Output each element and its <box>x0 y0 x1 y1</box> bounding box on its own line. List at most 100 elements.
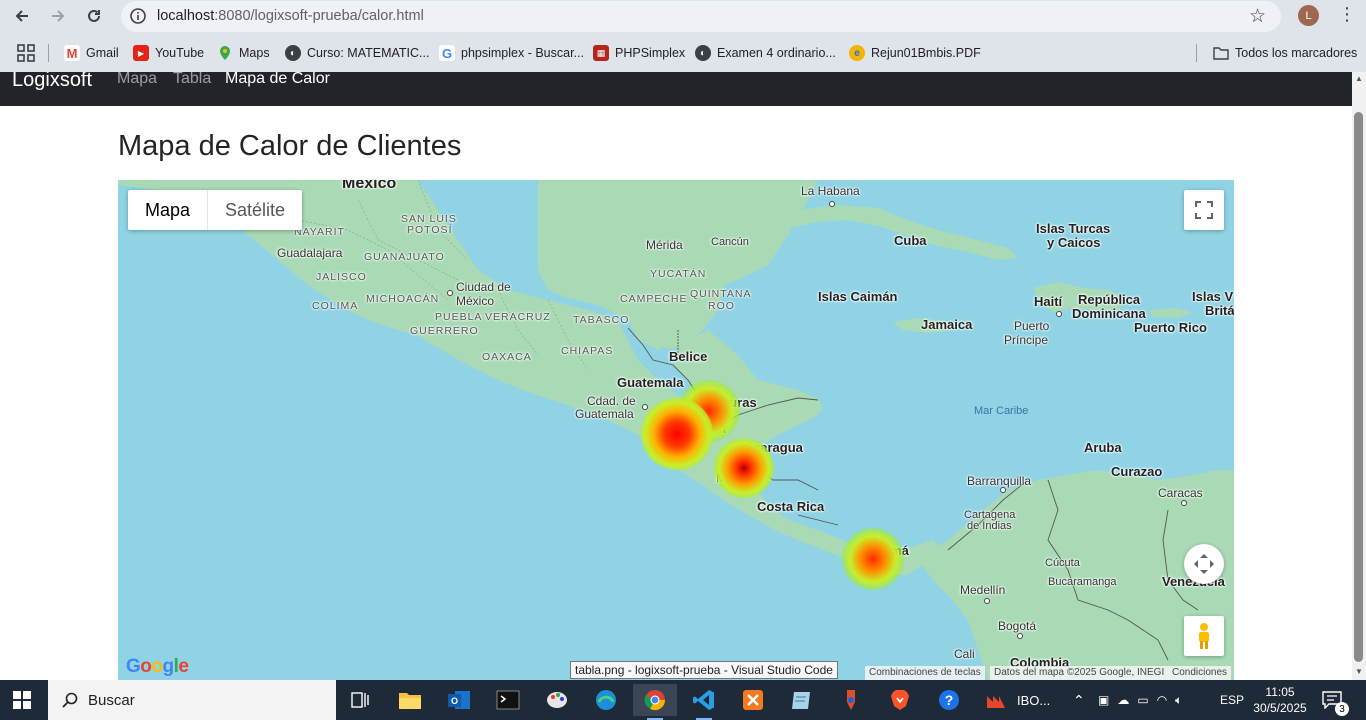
map-label: Panamá <box>859 543 909 558</box>
fullscreen-button[interactable] <box>1184 190 1224 230</box>
camera-control-button[interactable] <box>1184 544 1224 584</box>
bookmarks-separator <box>1196 44 1197 62</box>
tray-ibo-app[interactable]: IBO... <box>985 680 1050 720</box>
city-marker <box>984 598 990 604</box>
nav-link-mapa-de-calor[interactable]: Mapa de Calor <box>225 72 330 88</box>
map-label: Islas V <box>1192 289 1234 304</box>
taskbar-outlook[interactable]: O <box>437 684 481 716</box>
chrome-icon <box>644 690 666 711</box>
xampp-icon <box>743 690 763 710</box>
map-label: Honduras <box>696 395 757 410</box>
site-info-icon[interactable] <box>129 7 147 25</box>
windows-start-icon[interactable] <box>13 691 31 709</box>
map-label: TABASCO <box>573 314 630 326</box>
site-brand[interactable]: Logixsoft <box>12 72 92 92</box>
wifi-icon[interactable]: ◠ <box>1157 693 1167 707</box>
scrollbar-thumb[interactable] <box>1354 112 1363 662</box>
scroll-up-arrow-icon[interactable]: ▲ <box>1354 74 1364 84</box>
map-type-mapa-button[interactable]: Mapa <box>128 190 209 230</box>
bookmark-maps[interactable]: Maps <box>217 43 270 63</box>
pan-arrows-icon <box>1194 554 1214 574</box>
bookmark-phpsimplex[interactable]: ▦ PHPSimplex <box>593 43 685 63</box>
url-text[interactable]: localhost:8080/logixsoft-prueba/calor.ht… <box>157 8 424 24</box>
more-menu-icon[interactable]: ⋮ <box>1338 4 1356 25</box>
bookmark-curso[interactable]: ◐ Curso: MATEMATIC... <box>285 43 429 63</box>
back-button[interactable] <box>9 4 35 28</box>
taskbar-clock[interactable]: 11:05 30/5/2025 <box>1252 684 1308 716</box>
tray-icons: ▣ ☁ ▭ ◠ 🔈︎ <box>1098 680 1182 720</box>
apps-grid-icon[interactable] <box>17 44 35 62</box>
bookmark-label: PHPSimplex <box>615 46 686 60</box>
bookmark-label: Curso: MATEMATIC... <box>307 46 430 60</box>
map-label: Islas Caimán <box>818 289 898 304</box>
nav-link-mapa[interactable]: Mapa <box>117 72 157 88</box>
profile-avatar[interactable]: L <box>1298 5 1319 26</box>
nav-link-tabla[interactable]: Tabla <box>173 72 211 88</box>
all-bookmarks[interactable]: Todos los marcadores <box>1213 43 1357 63</box>
taskbar-xampp[interactable] <box>731 684 775 716</box>
map-label: Belice <box>669 349 708 364</box>
city-marker <box>1056 311 1062 317</box>
bookmark-youtube[interactable]: ▶ YouTube <box>133 43 204 63</box>
taskbar-terminal[interactable] <box>486 684 530 716</box>
taskbar-app-pen[interactable] <box>829 684 873 716</box>
forward-button[interactable] <box>45 4 71 28</box>
google-icon: G <box>439 45 455 61</box>
map-label: JALISCO <box>316 271 367 283</box>
map-label: CAMPECHE <box>620 293 688 305</box>
paint-icon <box>547 692 567 708</box>
taskbar-notes[interactable] <box>780 684 824 716</box>
map-label: de Indias <box>967 520 1012 532</box>
bookmark-pdf[interactable]: e Rejun01Bmbis.PDF <box>849 43 981 63</box>
taskbar-vscode[interactable] <box>682 684 726 720</box>
terms-link[interactable]: Condiciones <box>1168 666 1232 680</box>
notification-center-button[interactable]: 3 <box>1322 680 1349 720</box>
phpsimplex-icon: ▦ <box>593 45 609 61</box>
taskbar-help[interactable]: ? <box>927 684 971 716</box>
map-label: Jamaica <box>921 317 973 332</box>
vscode-icon <box>693 690 714 710</box>
bookmark-phpsimplex-search[interactable]: G phpsimplex - Buscar... <box>439 43 584 63</box>
keyboard-shortcuts-link[interactable]: Combinaciones de teclas <box>865 666 985 680</box>
taskbar-brave[interactable] <box>878 684 922 716</box>
language-indicator[interactable]: ESP <box>1220 680 1244 720</box>
gmail-icon: M <box>64 45 80 61</box>
map-label: VERACRUZ <box>485 311 551 323</box>
notification-badge: 3 <box>1335 702 1349 716</box>
heatmap-map[interactable]: México La Habana SAN LUIS POTOSÍ NAYARIT… <box>118 180 1234 680</box>
bookmark-examen[interactable]: ◐ Examen 4 ordinario... <box>695 43 836 63</box>
task-view-icon <box>351 692 369 708</box>
bookmarks-bar: M Gmail ▶ YouTube Maps ◐ Curso: MATEMATI… <box>0 33 1366 72</box>
street-view-pegman-button[interactable] <box>1184 616 1224 656</box>
taskbar-search[interactable]: Buscar <box>48 680 336 720</box>
map-label: Barranquilla <box>967 474 1032 488</box>
map-label: Mar Caribe <box>974 405 1029 417</box>
meet-now-icon[interactable]: ▣ <box>1098 693 1109 707</box>
bookmark-star-icon[interactable]: ☆ <box>1249 5 1266 28</box>
show-hidden-icons[interactable]: ⌃ <box>1073 680 1085 720</box>
taskbar-file-explorer[interactable] <box>388 684 432 716</box>
fullscreen-icon <box>1195 201 1213 219</box>
bookmark-label: Rejun01Bmbis.PDF <box>871 46 981 60</box>
volume-icon[interactable]: 🔈︎ <box>1175 693 1182 708</box>
address-bar[interactable]: localhost:8080/logixsoft-prueba/calor.ht… <box>121 1 1281 32</box>
bookmark-label: Examen 4 ordinario... <box>717 46 836 60</box>
taskbar-chrome[interactable] <box>633 684 677 720</box>
city-marker <box>1017 633 1023 639</box>
bookmark-label: phpsimplex - Buscar... <box>461 46 584 60</box>
bookmark-gmail[interactable]: M Gmail <box>64 43 119 63</box>
taskbar-edge[interactable] <box>584 684 628 716</box>
task-view-button[interactable] <box>338 684 382 716</box>
map-type-satelite-button[interactable]: Satélite <box>208 190 302 230</box>
map-label: México <box>456 294 495 308</box>
map-label: Caracas <box>1158 486 1203 500</box>
scroll-down-arrow-icon[interactable]: ▼ <box>1354 667 1364 677</box>
map-label: ROO <box>708 300 735 312</box>
map-label: MICHOACÁN <box>366 293 440 305</box>
map-label: y Caicos <box>1047 235 1101 250</box>
reload-button[interactable] <box>81 4 107 28</box>
battery-icon[interactable]: ▭ <box>1137 693 1148 707</box>
google-logo[interactable]: Google <box>126 656 189 678</box>
taskbar-paint[interactable] <box>535 684 579 716</box>
onedrive-icon[interactable]: ☁ <box>1117 693 1129 707</box>
